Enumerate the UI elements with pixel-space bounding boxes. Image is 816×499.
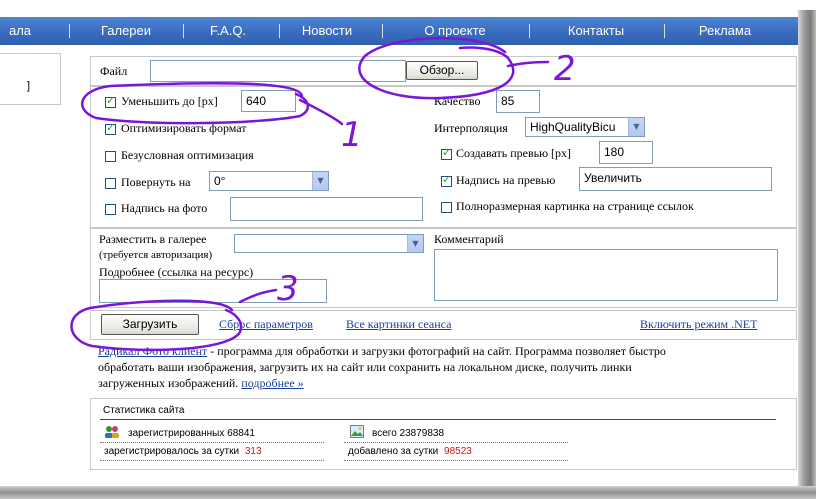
force-optimize-label: Безусловная оптимизация (121, 148, 254, 162)
frame-shadow-right (798, 10, 816, 499)
gallery-auth-note: (требуется авторизация) (99, 249, 213, 261)
optimize-checkbox[interactable] (105, 121, 116, 135)
users-icon (104, 425, 120, 438)
chevron-down-icon: ▼ (407, 235, 423, 252)
left-sidebar-text: ] (26, 80, 30, 92)
client-app-link[interactable]: Радикал Фото клиент (98, 344, 207, 358)
force-optimize-checkbox[interactable] (105, 151, 116, 162)
nav-item-partial[interactable]: ала (0, 17, 40, 45)
session-images-link[interactable]: Все картинки сеанса (346, 317, 451, 332)
stats-panel: Статистика сайта зарегистрированных 6884… (90, 398, 797, 470)
nav-separator (382, 24, 383, 38)
nav-item-faq[interactable]: F.A.Q. (193, 17, 263, 45)
nav-separator (279, 24, 280, 38)
photo-caption-label: Надпись на фото (121, 201, 208, 215)
chevron-down-icon: ▼ (628, 118, 644, 136)
stat-registered-label: зарегистрированных (128, 428, 225, 439)
comment-textarea[interactable] (434, 249, 778, 301)
rotate-label: Повернуть на (121, 175, 191, 189)
quality-input[interactable]: 85 (496, 90, 540, 113)
nav-item-ads[interactable]: Реклама (680, 17, 770, 45)
reset-params-link[interactable]: Сброс параметров (219, 317, 313, 332)
promo-line-1: - программа для обработки и загрузки фот… (207, 344, 666, 358)
file-panel: Файл Обзор... (90, 56, 797, 86)
source-link-label: Подробнее (ссылка на ресурс) (99, 265, 254, 279)
stats-row-divider (344, 460, 568, 461)
nav-separator (529, 24, 530, 38)
stat-day-added-value: 98523 (444, 446, 472, 457)
preview-caption-checkbox[interactable] (441, 173, 452, 187)
source-link-input[interactable] (99, 279, 327, 303)
options-panel: Уменьшить до [px] 640 Оптимизировать фор… (90, 86, 797, 228)
nav-separator (664, 24, 665, 38)
rotate-select-value: 0° (214, 174, 226, 188)
resize-input[interactable]: 640 (241, 90, 296, 112)
stats-divider (100, 419, 776, 420)
resize-label: Уменьшить до [px] (121, 94, 218, 108)
stats-title: Статистика сайта (103, 405, 185, 416)
gallery-label: Разместить в галерее (99, 232, 207, 246)
nav-item-news[interactable]: Новости (288, 17, 366, 45)
preview-label: Создавать превью [px] (456, 146, 572, 160)
frame-shadow-bottom (0, 486, 816, 499)
fullsize-checkbox[interactable] (441, 202, 452, 213)
gallery-select[interactable]: ▼ (234, 234, 424, 253)
stats-row-divider (100, 460, 324, 461)
stat-day-registered: зарегистрировалось за сутки 313 (104, 446, 262, 457)
optimize-label: Оптимизировать формат (121, 121, 247, 135)
stat-day-added-label: добавлено за сутки (348, 446, 439, 457)
promo-block: Радикал Фото клиент - программа для обра… (90, 341, 795, 395)
preview-size-input[interactable]: 180 (599, 141, 653, 164)
rotate-select[interactable]: 0° ▼ (209, 171, 329, 191)
gallery-panel: Разместить в галерее (требуется авториза… (90, 228, 797, 308)
promo-line-3: загруженных изображений. (98, 376, 242, 390)
stats-row-divider (100, 442, 324, 443)
nav-separator (69, 24, 70, 38)
nav-item-contacts[interactable]: Контакты (552, 17, 640, 45)
stat-total: всего 23879838 (372, 428, 444, 439)
stat-day-added: добавлено за сутки 98523 (348, 446, 472, 457)
nav-item-galleries[interactable]: Галереи (86, 17, 166, 45)
rotate-checkbox[interactable] (105, 178, 116, 189)
chevron-down-icon: ▼ (312, 172, 328, 190)
resize-checkbox[interactable] (105, 94, 116, 108)
interpolation-label: Интерполяция (434, 121, 508, 135)
stat-day-registered-label: зарегистрировалось за сутки (104, 446, 240, 457)
file-path-input[interactable] (150, 60, 406, 82)
promo-text: Радикал Фото клиент - программа для обра… (98, 343, 666, 391)
photo-caption-checkbox[interactable] (105, 204, 116, 215)
image-icon (350, 425, 364, 438)
promo-line-2: обработать ваши изображения, загрузить и… (98, 360, 632, 374)
comment-label: Комментарий (434, 232, 504, 246)
stat-registered: зарегистрированных 68841 (128, 428, 255, 439)
preview-checkbox[interactable] (441, 146, 452, 160)
interpolation-select-value: HighQualityBicu (530, 120, 616, 134)
browse-button[interactable]: Обзор... (406, 61, 478, 80)
file-label: Файл (100, 64, 128, 78)
preview-caption-label: Надпись на превью (456, 173, 556, 187)
enable-net-mode-link[interactable]: Включить режим .NET (640, 317, 757, 332)
quality-label: Качество (434, 94, 481, 108)
stat-day-registered-value: 313 (244, 446, 262, 457)
promo-more-link[interactable]: подробнее » (241, 376, 303, 390)
left-sidebar-fragment: ] (0, 53, 61, 105)
preview-caption-input[interactable]: Увеличить (579, 167, 772, 191)
nav-separator (183, 24, 184, 38)
stats-row-divider (344, 442, 568, 443)
top-navigation: ала Галереи F.A.Q. Новости О проекте Кон… (0, 17, 798, 45)
stat-total-value: 23879838 (399, 428, 445, 439)
upload-button[interactable]: Загрузить (101, 314, 199, 335)
stat-registered-value: 68841 (227, 428, 255, 439)
photo-caption-input[interactable] (230, 197, 423, 221)
nav-item-about[interactable]: О проекте (405, 17, 505, 45)
fullsize-label: Полноразмерная картинка на странице ссыл… (456, 199, 694, 213)
stat-total-label: всего (372, 428, 397, 439)
actions-panel: Загрузить Сброс параметров Все картинки … (90, 310, 797, 340)
interpolation-select[interactable]: HighQualityBicu ▼ (525, 117, 645, 137)
